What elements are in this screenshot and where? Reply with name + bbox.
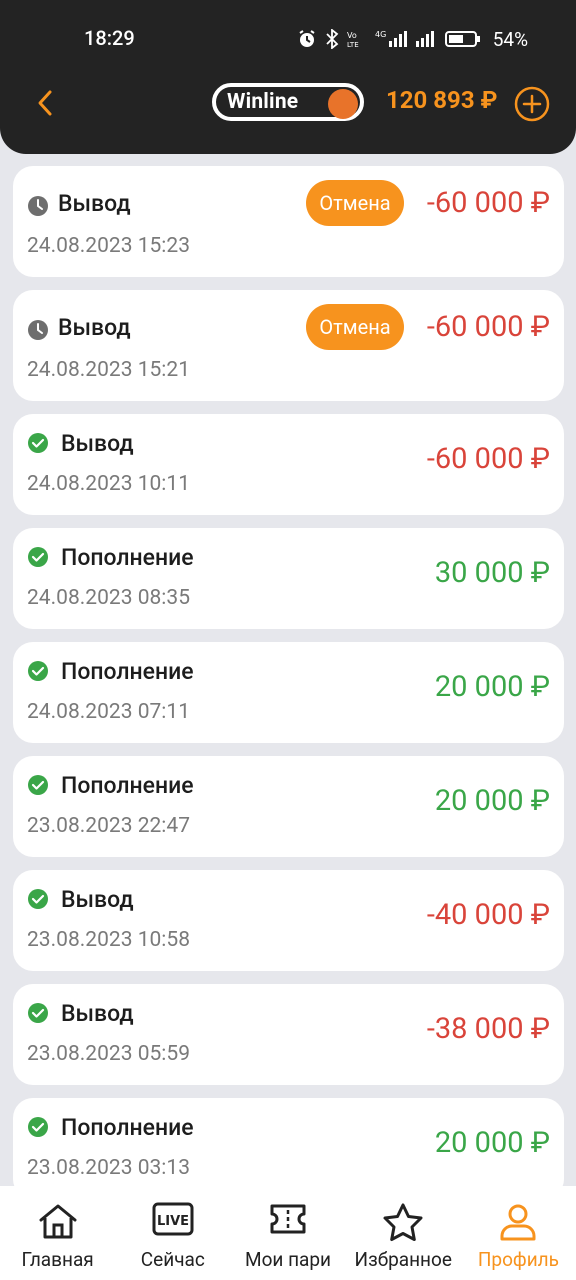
cancel-button[interactable]: Отмена	[306, 180, 404, 226]
transaction-date: 23.08.2023 05:59	[27, 1042, 190, 1066]
check-circle-icon	[28, 889, 48, 909]
signal-4g-icon: 4G	[375, 30, 407, 47]
transaction-type: Вывод	[61, 1000, 134, 1027]
tab-my-bets[interactable]: Мои пари	[230, 1186, 345, 1280]
tab-home[interactable]: Главная	[0, 1186, 115, 1280]
tab-live[interactable]: LIVE Сейчас	[115, 1186, 230, 1280]
transaction-amount: 30 000 ₽	[434, 556, 550, 590]
tab-home-label: Главная	[21, 1248, 94, 1271]
check-circle-icon	[28, 775, 48, 795]
header-nav: Winline 120 893 ₽	[0, 80, 576, 126]
transaction-amount: -38 000 ₽	[426, 1012, 550, 1046]
transaction-date: 24.08.2023 08:35	[27, 586, 190, 610]
tab-profile[interactable]: Профиль	[461, 1186, 576, 1280]
transaction-card[interactable]: Пополнение 24.08.2023 07:11 20 000 ₽	[13, 642, 564, 743]
volte-icon: VoLTE	[347, 31, 359, 49]
transaction-card[interactable]: Пополнение 23.08.2023 22:47 20 000 ₽	[13, 756, 564, 857]
status-time: 18:29	[84, 26, 135, 50]
transaction-date: 23.08.2023 10:58	[27, 928, 190, 952]
transactions-list: Вывод 24.08.2023 15:23 Отмена -60 000 ₽ …	[13, 166, 564, 1212]
transaction-amount: 20 000 ₽	[434, 1126, 550, 1160]
transaction-amount: -60 000 ₽	[426, 186, 550, 220]
svg-text:LIVE: LIVE	[157, 1214, 189, 1229]
check-circle-icon	[28, 433, 48, 453]
tab-favorites-label: Избранное	[354, 1248, 452, 1271]
tab-profile-label: Профиль	[477, 1248, 559, 1271]
check-circle-icon	[28, 1117, 48, 1137]
transaction-date: 24.08.2023 15:23	[27, 234, 190, 258]
transaction-date: 24.08.2023 15:21	[27, 358, 190, 382]
transaction-date: 24.08.2023 07:11	[27, 700, 190, 724]
transaction-type: Вывод	[61, 886, 134, 913]
transaction-type: Пополнение	[61, 772, 194, 799]
back-arrow-icon[interactable]	[34, 88, 58, 118]
tab-my-bets-label: Мои пари	[244, 1248, 332, 1271]
alarm-icon	[299, 30, 315, 47]
transaction-amount: 20 000 ₽	[434, 784, 550, 818]
transaction-type: Пополнение	[61, 658, 194, 685]
transaction-amount: -60 000 ₽	[426, 442, 550, 476]
tab-live-label: Сейчас	[140, 1248, 205, 1271]
ticket-icon	[270, 1204, 306, 1234]
transaction-card[interactable]: Пополнение 23.08.2023 03:13 20 000 ₽	[13, 1098, 564, 1199]
check-circle-icon	[28, 661, 48, 681]
transaction-type: Пополнение	[61, 1114, 194, 1141]
transaction-card[interactable]: Вывод 23.08.2023 05:59 -38 000 ₽	[13, 984, 564, 1085]
account-balance: 120 893 ₽	[386, 86, 498, 114]
cancel-button[interactable]: Отмена	[306, 304, 404, 350]
transaction-card[interactable]: Вывод 24.08.2023 15:21 Отмена -60 000 ₽	[13, 290, 564, 401]
status-bar: 18:29 Vo LTE 4G 54%	[0, 26, 576, 54]
transaction-type: Вывод	[58, 190, 131, 217]
signal-icon	[415, 31, 434, 47]
top-bar: 18:29 Vo LTE 4G 54% Winline 120 893 ₽	[0, 0, 576, 154]
transaction-date: 24.08.2023 10:11	[27, 472, 190, 496]
battery-percent: 54%	[492, 27, 528, 51]
profile-icon	[500, 1204, 536, 1241]
bluetooth-icon	[326, 29, 339, 49]
svg-text:Vo: Vo	[347, 31, 357, 40]
check-circle-icon	[28, 1003, 48, 1023]
logo-dot	[328, 89, 358, 119]
transaction-type: Вывод	[61, 430, 134, 457]
add-funds-button[interactable]	[514, 86, 550, 122]
clock-icon	[28, 196, 48, 216]
logo-text: Winline	[227, 90, 299, 114]
home-icon	[39, 1204, 77, 1239]
transaction-type: Пополнение	[61, 544, 194, 571]
clock-icon	[28, 320, 48, 340]
star-icon	[383, 1203, 423, 1241]
check-circle-icon	[28, 547, 48, 567]
transaction-card[interactable]: Вывод 23.08.2023 10:58 -40 000 ₽	[13, 870, 564, 971]
transaction-amount: -40 000 ₽	[426, 898, 550, 932]
logo-background: Winline	[216, 87, 360, 119]
transaction-amount: 20 000 ₽	[434, 670, 550, 704]
live-icon: LIVE	[152, 1202, 194, 1236]
bottom-navigation: Главная LIVE Сейчас Мои пари Избранное П…	[0, 1186, 576, 1280]
winline-logo: Winline	[212, 83, 364, 121]
svg-text:LTE: LTE	[347, 41, 359, 49]
transaction-card[interactable]: Пополнение 24.08.2023 08:35 30 000 ₽	[13, 528, 564, 629]
transaction-date: 23.08.2023 22:47	[27, 814, 190, 838]
svg-text:4G: 4G	[375, 30, 386, 39]
tab-favorites[interactable]: Избранное	[346, 1186, 461, 1280]
transaction-card[interactable]: Вывод 24.08.2023 15:23 Отмена -60 000 ₽	[13, 166, 564, 277]
transaction-amount: -60 000 ₽	[426, 310, 550, 344]
battery-icon	[444, 31, 480, 47]
transaction-card[interactable]: Вывод 24.08.2023 10:11 -60 000 ₽	[13, 414, 564, 515]
status-icons: Vo LTE 4G 54%	[297, 26, 528, 52]
transaction-type: Вывод	[58, 314, 131, 341]
transaction-date: 23.08.2023 03:13	[27, 1156, 190, 1180]
